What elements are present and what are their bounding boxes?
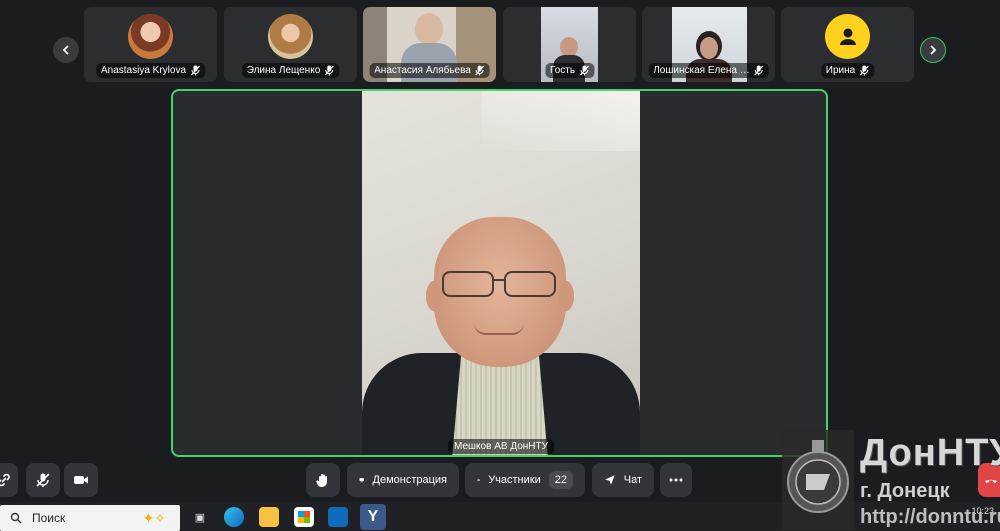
task-view-icon[interactable]: ▣ [190, 507, 210, 527]
sparkle-icon: ✦✧ [142, 509, 166, 526]
participant-name: Anastasiya Krylova [100, 65, 187, 76]
participant-name: Элина Лещенко [246, 65, 321, 76]
raise-hand-button[interactable] [306, 463, 340, 497]
watermark-url: http://donntu.ru [860, 506, 1000, 528]
hand-icon [316, 474, 327, 487]
yandex-browser-icon[interactable]: Y [360, 504, 386, 530]
active-speaker-frame[interactable]: Мешков АВ ДонНТУ [171, 89, 828, 457]
camera-toggle[interactable] [64, 463, 98, 497]
copy-link-button[interactable] [0, 463, 18, 497]
participants-label: Участники [488, 474, 541, 486]
avatar [128, 14, 173, 59]
mic-off-icon [754, 65, 764, 76]
send-icon [605, 475, 615, 485]
user-icon [839, 28, 856, 45]
chevron-right-icon [930, 45, 937, 55]
outlook-icon[interactable] [328, 507, 348, 527]
participant-label: Гость [544, 63, 595, 78]
participant-tile[interactable]: Anastasiya Krylova [84, 7, 217, 82]
participant-name: Ирина [825, 65, 856, 76]
avatar [268, 14, 313, 59]
more-icon [669, 478, 683, 482]
participant-name: Анастасия Алябьева [374, 65, 471, 76]
microphone-toggle[interactable] [26, 463, 60, 497]
mic-off-icon [579, 65, 589, 76]
watermark-city: г. Донецк [860, 480, 950, 502]
speaker-video: Мешков АВ ДонНТУ [362, 91, 640, 455]
donntu-watermark: ДонНТУ г. Донецк http://donntu.ru [782, 430, 1000, 531]
mic-off-icon [324, 65, 334, 76]
participant-name: Гость [549, 65, 576, 76]
participant-label: Анастасия Алябьева [369, 63, 490, 78]
participant-label: Лошинская Елена … [648, 63, 769, 78]
participant-label: Элина Лещенко [241, 63, 340, 78]
participant-tile[interactable]: Ирина [781, 7, 914, 82]
strip-next-button[interactable] [920, 37, 946, 63]
mic-off-icon [475, 65, 485, 76]
donntu-emblem-icon [782, 430, 854, 530]
participants-count-badge: 22 [548, 471, 573, 489]
participant-label: Anastasiya Krylova [95, 63, 206, 78]
camera-icon [74, 476, 88, 484]
file-explorer-icon[interactable] [259, 507, 279, 527]
participant-tile[interactable]: Анастасия Алябьева [363, 7, 496, 82]
link-icon [0, 473, 10, 487]
screen-share-label: Демонстрация [372, 474, 448, 486]
strip-prev-button[interactable] [53, 37, 79, 63]
mic-off-icon [36, 473, 50, 487]
participant-name: Лошинская Елена … [653, 65, 750, 76]
mic-off-icon [190, 65, 200, 76]
chevron-left-icon [62, 45, 69, 55]
participants-icon [477, 478, 481, 481]
participant-tile[interactable]: Элина Лещенко [224, 7, 357, 82]
avatar [825, 14, 870, 59]
chat-button[interactable]: Чат [592, 463, 654, 497]
more-options-button[interactable] [660, 463, 692, 497]
store-icon[interactable] [294, 507, 314, 527]
taskbar-search-placeholder: Поиск [32, 511, 66, 525]
participant-label: Ирина [820, 63, 875, 78]
watermark-brand: ДонНТУ [860, 432, 1000, 474]
participants-button[interactable]: Участники 22 [465, 463, 585, 497]
taskbar-search[interactable]: Поиск ✦✧ [0, 505, 180, 531]
mic-off-icon [859, 65, 869, 76]
participant-tile[interactable]: Лошинская Елена … [642, 7, 775, 82]
edge-browser-icon[interactable] [224, 507, 244, 527]
chat-label: Чат [623, 474, 642, 486]
search-icon [10, 512, 22, 524]
screen-share-button[interactable]: Демонстрация [347, 463, 459, 497]
screen-share-icon [359, 478, 364, 483]
speaker-name-label: Мешков АВ ДонНТУ [448, 439, 554, 454]
participant-tile[interactable]: Гость [503, 7, 636, 82]
